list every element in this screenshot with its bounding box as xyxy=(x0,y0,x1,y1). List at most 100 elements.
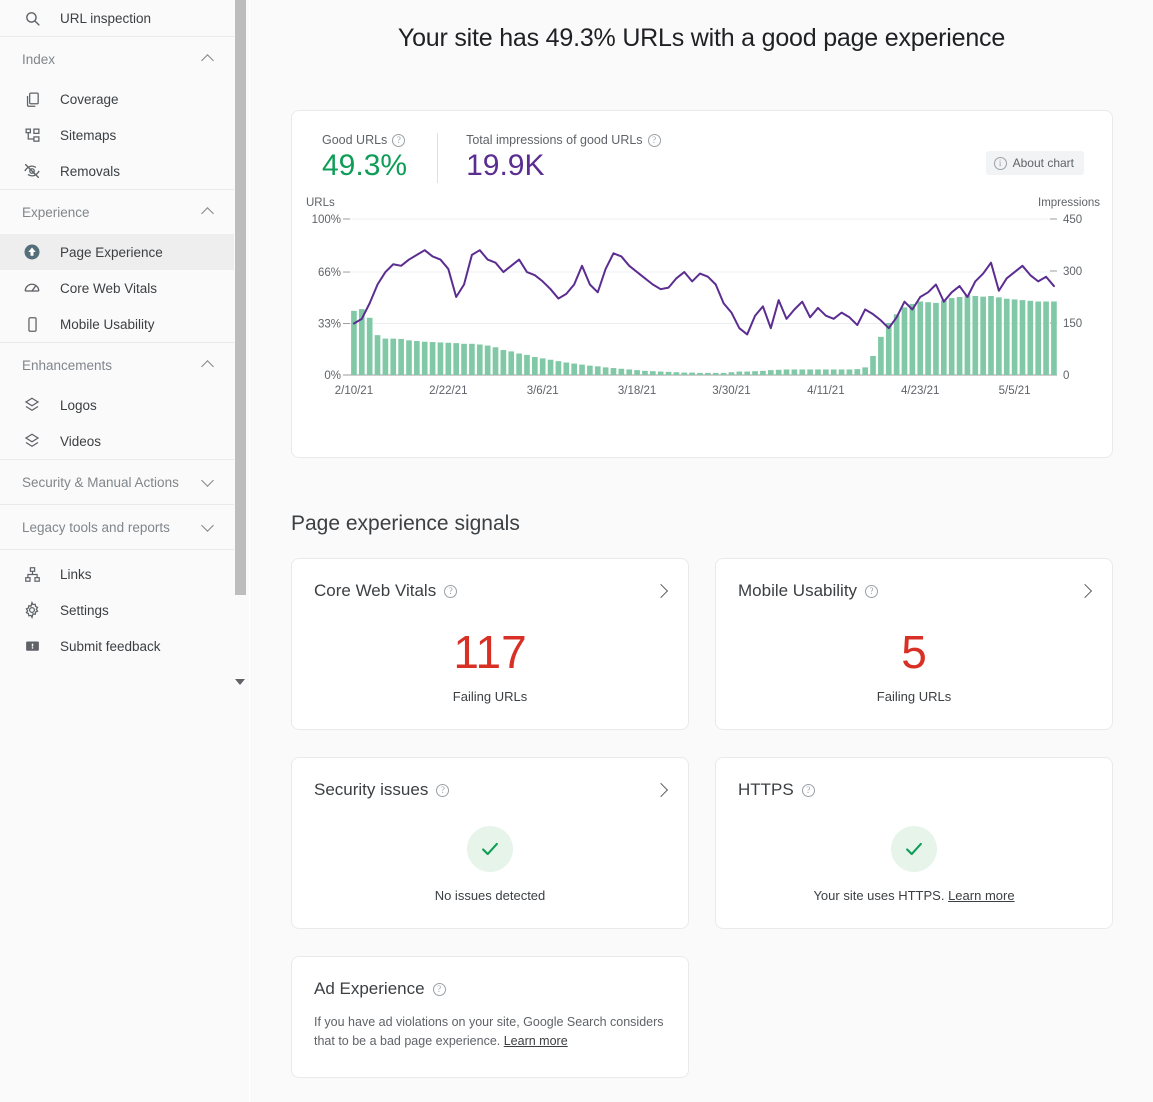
security-status-text: No issues detected xyxy=(434,888,546,903)
gear-icon xyxy=(22,600,42,620)
chart-y2-tick: 150 xyxy=(1063,318,1082,330)
sidebar-item-sitemaps[interactable]: Sitemaps xyxy=(0,117,236,153)
sidebar-group-legacy-tools[interactable]: Legacy tools and reports xyxy=(0,505,236,549)
chart-y-tick: 0% xyxy=(324,370,341,382)
chevron-right-icon[interactable] xyxy=(656,785,666,795)
signal-card-core-web-vitals[interactable]: Core Web Vitals ? 117 Failing URLs xyxy=(291,558,689,730)
kpi-total-impressions: Total impressions of good URLs ? 19.9K xyxy=(437,133,690,183)
page-experience-chart-card: Good URLs ? 49.3% Total impressions of g… xyxy=(291,110,1113,458)
sidebar: URL inspection Index Coverage Sitemaps R… xyxy=(0,0,250,1102)
sidebar-item-removals[interactable]: Removals xyxy=(0,153,236,189)
chart-x-tick: 4/11/21 xyxy=(807,385,845,397)
sidebar-group-label: Legacy tools and reports xyxy=(22,519,170,535)
signal-card-title: HTTPS xyxy=(738,780,794,799)
kpi-good-urls: Good URLs ? 49.3% xyxy=(322,133,437,183)
sidebar-item-label: Submit feedback xyxy=(60,638,161,654)
sidebar-item-videos[interactable]: Videos xyxy=(0,423,236,459)
help-icon[interactable]: ? xyxy=(444,584,458,598)
page-experience-icon xyxy=(22,242,42,262)
signals-section-title: Page experience signals xyxy=(291,512,520,535)
signal-card-mobile-usability[interactable]: Mobile Usability ? 5 Failing URLs xyxy=(715,558,1113,730)
sidebar-group-index[interactable]: Index xyxy=(0,37,236,81)
https-learn-more-link[interactable]: Learn more xyxy=(948,888,1014,903)
sidebar-item-settings[interactable]: Settings xyxy=(0,592,236,628)
feedback-icon xyxy=(22,636,42,656)
sidebar-item-label: Logos xyxy=(60,397,97,413)
sidebar-item-mobile-usability[interactable]: Mobile Usability xyxy=(0,306,236,342)
sidebar-item-label: Page Experience xyxy=(60,244,163,260)
chevron-right-icon[interactable] xyxy=(656,586,666,596)
scroll-down-arrow-icon[interactable] xyxy=(235,677,246,688)
sidebar-group-security-manual-actions[interactable]: Security & Manual Actions xyxy=(0,460,236,504)
sidebar-scroll-region: URL inspection Index Coverage Sitemaps R… xyxy=(0,0,236,700)
help-icon[interactable]: ? xyxy=(801,783,815,797)
help-icon[interactable]: ? xyxy=(647,133,661,147)
sidebar-scrollbar[interactable] xyxy=(234,0,248,700)
sidebar-item-core-web-vitals[interactable]: Core Web Vitals xyxy=(0,270,236,306)
success-check-icon xyxy=(467,826,513,872)
divider xyxy=(0,549,236,550)
signal-card-header: Ad Experience ? xyxy=(292,957,688,999)
failing-urls-label: Failing URLs xyxy=(876,689,952,704)
sidebar-item-label: Mobile Usability xyxy=(60,316,155,332)
mobile-icon xyxy=(22,314,42,334)
chart-x-tick: 2/10/21 xyxy=(335,385,373,397)
sidebar-item-coverage[interactable]: Coverage xyxy=(0,81,236,117)
kpi-value: 49.3% xyxy=(322,149,408,182)
ad-experience-text: If you have ad violations on your site, … xyxy=(314,1015,664,1049)
sidebar-item-label: Settings xyxy=(60,602,109,618)
about-chart-button[interactable]: i About chart xyxy=(985,151,1084,175)
chart-y-tick: 33% xyxy=(318,319,341,331)
main-content: Your site has 49.3% URLs with a good pag… xyxy=(250,0,1153,1102)
layers-icon xyxy=(22,395,42,415)
sidebar-group-experience[interactable]: Experience xyxy=(0,190,236,234)
sidebar-item-logos[interactable]: Logos xyxy=(0,387,236,423)
help-icon[interactable]: ? xyxy=(432,982,446,996)
sidebar-scrollbar-thumb[interactable] xyxy=(235,0,246,595)
ad-experience-learn-more-link[interactable]: Learn more xyxy=(504,1034,568,1048)
kpi-label-text: Good URLs xyxy=(322,133,388,147)
help-icon[interactable]: ? xyxy=(865,584,879,598)
sidebar-group-label: Index xyxy=(22,51,56,67)
chevron-down-icon[interactable] xyxy=(202,476,214,488)
help-icon[interactable]: ? xyxy=(392,133,406,147)
page-title: Your site has 49.3% URLs with a good pag… xyxy=(397,24,1006,52)
chevron-right-icon[interactable] xyxy=(1080,586,1090,596)
chart-y-tick: 100% xyxy=(312,214,341,226)
chevron-down-icon[interactable] xyxy=(202,521,214,533)
signal-card-security-issues[interactable]: Security issues ? No issues detected xyxy=(291,757,689,929)
failing-urls-count: 5 xyxy=(901,626,927,678)
sidebar-item-submit-feedback[interactable]: Submit feedback xyxy=(0,628,236,664)
sidebar-item-links[interactable]: Links xyxy=(0,556,236,592)
sidebar-item-label: Coverage xyxy=(60,91,119,107)
sidebar-item-label: Links xyxy=(60,566,92,582)
chart-x-tick: 5/5/21 xyxy=(999,385,1031,397)
chart-x-tick: 4/23/21 xyxy=(901,385,939,397)
layers-icon xyxy=(22,431,42,451)
help-icon[interactable]: ? xyxy=(436,783,450,797)
signal-card-https[interactable]: HTTPS ? Your site uses HTTPS. Learn more xyxy=(715,757,1113,929)
chevron-up-icon[interactable] xyxy=(202,206,214,218)
gauge-icon xyxy=(22,278,42,298)
sidebar-group-label: Enhancements xyxy=(22,357,113,373)
signal-card-ad-experience[interactable]: Ad Experience ? If you have ad violation… xyxy=(291,956,689,1078)
chevron-up-icon[interactable] xyxy=(202,53,214,65)
chart-y2-tick: 450 xyxy=(1063,214,1082,226)
chart-y2-axis-title: Impressions xyxy=(1038,197,1100,209)
sidebar-item-url-inspection[interactable]: URL inspection xyxy=(0,0,236,36)
sidebar-item-page-experience[interactable]: Page Experience xyxy=(0,234,236,270)
signal-card-title: Security issues xyxy=(314,780,429,799)
page-experience-chart[interactable]: 0% 33% 66% 100% 0 150 300 450 2/10/21 2/22/21 3/6/… xyxy=(292,211,1114,401)
chart-x-tick: 2/22/21 xyxy=(429,385,467,397)
sidebar-group-enhancements[interactable]: Enhancements xyxy=(0,343,236,387)
https-status-label: Your site uses HTTPS. xyxy=(813,888,949,903)
coverage-icon xyxy=(22,89,42,109)
failing-urls-count: 117 xyxy=(453,626,527,678)
chevron-up-icon[interactable] xyxy=(202,359,214,371)
signal-card-header: Core Web Vitals ? xyxy=(292,559,688,601)
sidebar-item-label: Sitemaps xyxy=(60,127,117,143)
https-status-text: Your site uses HTTPS. Learn more xyxy=(716,888,1112,903)
removals-icon xyxy=(22,161,42,181)
chart-x-tick: 3/30/21 xyxy=(712,385,750,397)
chart-y-axis-title: URLs xyxy=(306,197,335,209)
